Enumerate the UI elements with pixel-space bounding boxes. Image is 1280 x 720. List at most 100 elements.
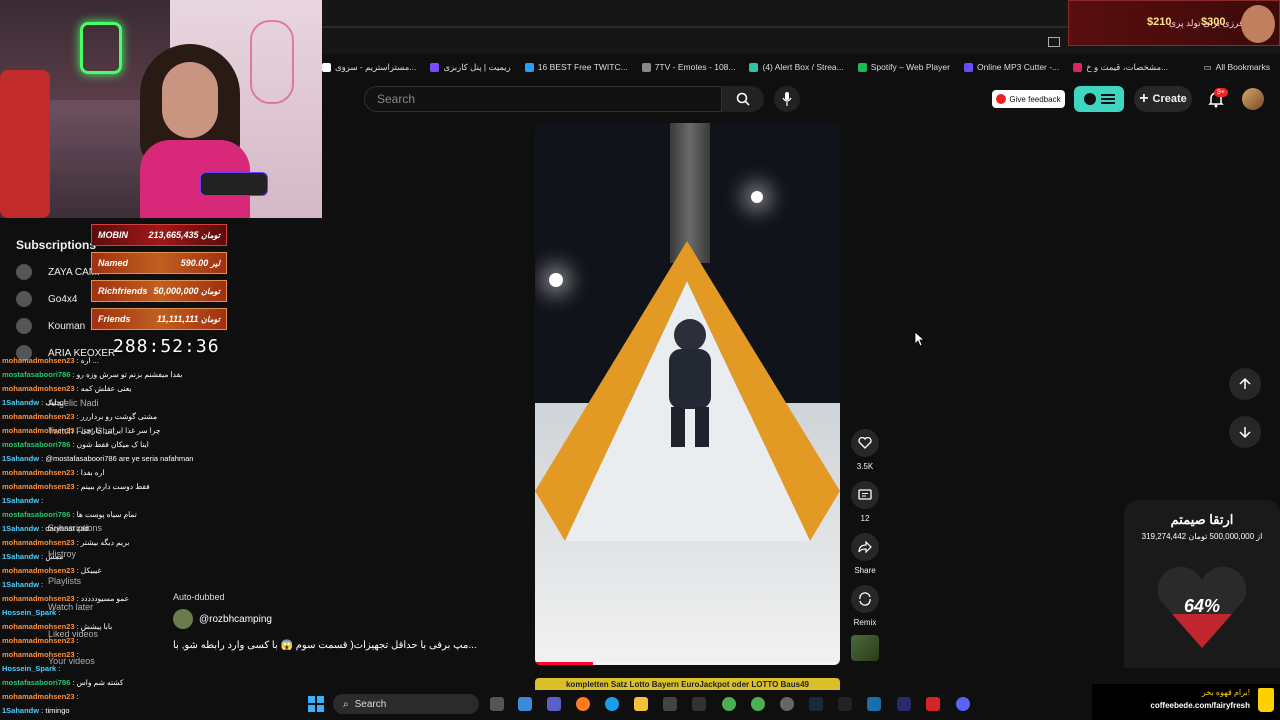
- goal-title: ارتقا صیمتم: [1170, 512, 1234, 527]
- vivaldi-icon[interactable]: [926, 697, 940, 711]
- chat-text: بریم دیگه بیشتر: [80, 538, 130, 547]
- chat-username: mohamadmohsen23: [2, 566, 75, 575]
- gaming-chair: [0, 70, 50, 218]
- bookmark-item[interactable]: Online MP3 Cutter -...: [963, 62, 1059, 72]
- sidebar-nav-item[interactable]: Histroy: [48, 549, 76, 559]
- create-button[interactable]: + Create: [1134, 86, 1192, 112]
- leaderboard-unit: لیر: [210, 259, 220, 268]
- chat-username: mohamadmohsen23: [2, 482, 75, 491]
- next-short-button[interactable]: [1229, 416, 1261, 448]
- windows-start-icon[interactable]: [308, 696, 324, 712]
- search-input[interactable]: Search: [364, 86, 722, 112]
- bookmark-item[interactable]: ریمیت | پنل کاربری: [430, 61, 511, 73]
- leaderboard-unit: تومان: [201, 287, 220, 296]
- app-icon[interactable]: [809, 697, 823, 711]
- sidebar-nav-item[interactable]: Subscriptions: [48, 523, 102, 533]
- store-icon[interactable]: [663, 697, 677, 711]
- file-explorer-icon[interactable]: [634, 697, 648, 711]
- chrome-icon[interactable]: [722, 697, 736, 711]
- sound-thumbnail[interactable]: [851, 635, 879, 661]
- discord-icon[interactable]: [956, 697, 970, 711]
- firefox-icon[interactable]: [576, 697, 590, 711]
- heart-icon: [858, 437, 872, 449]
- bookmark-item[interactable]: 16 BEST Free TWITC...: [524, 62, 628, 72]
- chat-username: mostafasaboori786: [2, 678, 71, 687]
- chat-message: 1Sahandw :: [2, 496, 43, 505]
- leaderboard-amount: 590.00: [180, 258, 209, 268]
- chat-username: 1Sahandw: [2, 706, 40, 715]
- chat-username: mostafasaboori786: [2, 440, 71, 449]
- taskbar-search-label: Search: [354, 698, 387, 710]
- obs-icon[interactable]: [780, 697, 794, 711]
- folder-icon: ▭: [1203, 61, 1212, 72]
- bookmark-favicon-icon: [641, 62, 651, 72]
- donation-raised-amount: $210: [1147, 16, 1172, 28]
- comment-count: 12: [860, 514, 870, 523]
- bookmark-item[interactable]: مشخصات، قیمت و خ...: [1073, 62, 1168, 73]
- chat-separator: :: [74, 692, 79, 701]
- channel-avatar: [16, 291, 32, 307]
- vscode-icon[interactable]: [897, 697, 911, 711]
- sidebar-nav-item[interactable]: Watch later: [48, 602, 93, 612]
- voice-search-button[interactable]: [774, 86, 800, 112]
- leaderboard-amount: 213,665,435: [148, 230, 199, 240]
- chrome-icon-active[interactable]: [751, 697, 765, 711]
- subscription-item[interactable]: Kouman: [16, 318, 85, 334]
- chat-text: اره ...: [80, 356, 99, 365]
- like-button[interactable]: [851, 429, 879, 457]
- short-video-player[interactable]: ● ● ●: [535, 123, 840, 665]
- goal-amount: 319,274,442 از 500,000,000 تومان: [1141, 532, 1263, 541]
- previous-short-button[interactable]: [1229, 368, 1261, 400]
- bookmark-label: (4) Alert Box / Strea...: [762, 62, 844, 72]
- headlamp-light: [751, 191, 763, 203]
- next-short-preview[interactable]: kompletten Satz Lotto Bayern EuroJackpot…: [535, 678, 840, 690]
- bookmark-item[interactable]: 7TV - Emotes - 108...: [641, 62, 735, 72]
- taskbar-search[interactable]: ⌕ Search: [333, 694, 479, 714]
- terminal-icon[interactable]: [692, 697, 706, 711]
- chat-username: 1Sahandw: [2, 398, 40, 407]
- chat-text: بفدا میفشنم بزنم تو سرش وزه رو: [76, 370, 183, 379]
- sidebar-nav-item[interactable]: Liked videos: [48, 629, 98, 639]
- cast-icon[interactable]: [1048, 36, 1060, 50]
- teams-icon[interactable]: [547, 697, 561, 711]
- share-button[interactable]: [851, 533, 879, 561]
- channel-link[interactable]: @rozbhcamping: [173, 609, 272, 629]
- chat-username: mohamadmohsen23: [2, 468, 75, 477]
- subscription-label: Kouman: [48, 320, 86, 332]
- edge-icon[interactable]: [605, 697, 619, 711]
- all-bookmarks-button[interactable]: ▭ All Bookmarks: [1204, 56, 1270, 78]
- chat-text: فقط دوست دارم ببینم: [80, 482, 150, 491]
- task-view-icon[interactable]: [490, 697, 504, 711]
- give-feedback-button[interactable]: Give feedback: [992, 90, 1065, 108]
- feedback-label: Give feedback: [1009, 94, 1061, 104]
- bookmark-item[interactable]: Spotify – Web Player: [857, 62, 950, 72]
- arrow-up-icon: [1239, 378, 1251, 389]
- bookmark-item[interactable]: (4) Alert Box / Strea...: [749, 62, 844, 72]
- chat-username: mostafasaboori786: [2, 510, 71, 519]
- short-title[interactable]: ...مپ برفی با حداقل تجهیزات( قسمت سوم 😱 …: [173, 640, 493, 651]
- chat-message: mohamadmohsen23 : اره بفدا: [2, 468, 104, 477]
- subscription-item[interactable]: Go4x4: [16, 291, 77, 307]
- account-avatar[interactable]: [1242, 88, 1264, 110]
- chat-username: 1Sahandw: [2, 524, 40, 533]
- search-icon: ⌕: [343, 698, 349, 710]
- chat-text: غیبیکل: [80, 566, 102, 575]
- media-player-icon[interactable]: [838, 697, 852, 711]
- chat-username: mohamadmohsen23: [2, 538, 75, 547]
- bookmark-label: ریمیت | پنل کاربری: [443, 61, 511, 72]
- sidebar-nav-item[interactable]: Twitch First Chat: [48, 426, 115, 436]
- chat-separator: :: [39, 496, 44, 505]
- video-progress-bar[interactable]: [535, 662, 840, 665]
- sidebar-nav-item[interactable]: Playlists: [48, 576, 81, 586]
- webcam-overlay: [0, 0, 322, 218]
- comment-button[interactable]: [851, 481, 879, 509]
- bookmark-item[interactable]: مستراستریم - سروی...: [322, 62, 416, 73]
- copilot-icon[interactable]: [518, 697, 532, 711]
- remix-button[interactable]: [851, 585, 879, 613]
- leaderboard-name: MOBIN: [98, 230, 128, 240]
- steam-icon[interactable]: [867, 697, 881, 711]
- search-button[interactable]: [722, 86, 764, 112]
- sidebar-nav-item[interactable]: Angelic Nadi: [48, 398, 99, 408]
- extension-button[interactable]: [1074, 86, 1124, 112]
- sidebar-nav-item[interactable]: Your videos: [48, 656, 95, 666]
